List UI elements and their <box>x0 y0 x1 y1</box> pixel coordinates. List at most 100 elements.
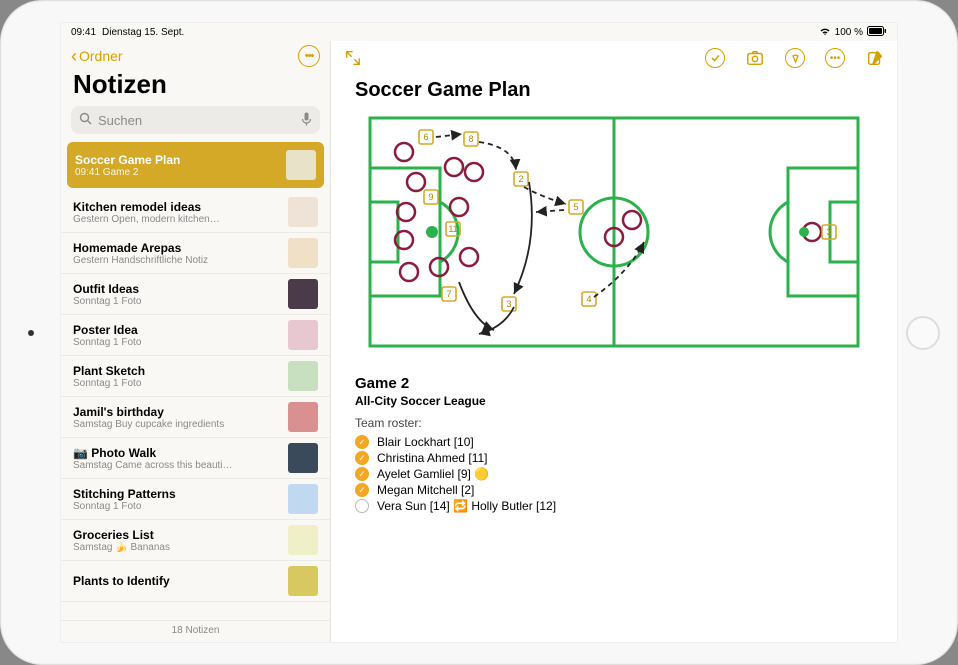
svg-text:3: 3 <box>506 299 511 309</box>
note-item-subtitle: Gestern Handschriftliche Notiz <box>73 255 280 266</box>
game-heading: Game 2 <box>355 375 873 392</box>
checkbox-checked-icon[interactable]: ✓ <box>355 483 369 497</box>
checklist-button[interactable] <box>705 48 725 68</box>
notes-count: 18 Notizen <box>61 620 330 642</box>
note-thumbnail <box>288 525 318 555</box>
status-time: 09:41 <box>71 27 96 38</box>
note-item-title: Plants to Identify <box>73 574 280 588</box>
battery-icon <box>867 26 887 39</box>
note-thumbnail <box>288 361 318 391</box>
note-thumbnail <box>288 197 318 227</box>
note-list-item[interactable]: Stitching PatternsSonntag 1 Foto <box>61 479 330 520</box>
note-thumbnail <box>288 238 318 268</box>
roster-item[interactable]: Vera Sun [14] 🔁 Holly Butler [12] <box>355 498 873 514</box>
svg-text:7: 7 <box>446 289 451 299</box>
search-icon <box>79 112 92 128</box>
note-thumbnail <box>288 443 318 473</box>
ipad-device-frame: 09:41 Dienstag 15. Sept. 100 % ‹ Ord <box>0 0 958 665</box>
note-item-subtitle: Sonntag 1 Foto <box>73 296 280 307</box>
note-item-title: Stitching Patterns <box>73 487 280 501</box>
note-item-subtitle: Samstag Came across this beauti… <box>73 460 280 471</box>
checkbox-checked-icon[interactable]: ✓ <box>355 451 369 465</box>
roster-list: ✓ Blair Lockhart [10] ✓ Christina Ahmed [11… <box>355 434 873 514</box>
note-item-subtitle: 09:41 Game 2 <box>75 167 278 178</box>
checkbox-unchecked-icon[interactable] <box>355 499 369 513</box>
note-item-title: Outfit Ideas <box>73 282 280 296</box>
note-item-subtitle: Gestern Open, modern kitchen… <box>73 214 280 225</box>
note-list-item[interactable]: Plants to Identify <box>61 561 330 602</box>
roster-name: Christina Ahmed [11] <box>377 451 488 465</box>
svg-text:11: 11 <box>448 224 457 234</box>
roster-name: Megan Mitchell [2] <box>377 483 474 497</box>
back-to-folders-button[interactable]: ‹ Ordner <box>71 47 123 65</box>
note-item-title: 📷 Photo Walk <box>73 446 280 460</box>
note-thumbnail <box>288 566 318 596</box>
note-item-title: Groceries List <box>73 528 280 542</box>
checkbox-checked-icon[interactable]: ✓ <box>355 467 369 481</box>
svg-text:3: 3 <box>826 227 831 237</box>
roster-item[interactable]: ✓ Christina Ahmed [11] <box>355 450 873 466</box>
search-input[interactable]: Suchen <box>71 106 320 134</box>
note-thumbnail <box>288 320 318 350</box>
note-item-subtitle: Sonntag 1 Foto <box>73 501 280 512</box>
more-button[interactable]: ••• <box>825 48 845 68</box>
note-body[interactable]: Soccer Game Plan <box>331 75 897 642</box>
note-item-title: Poster Idea <box>73 323 280 337</box>
roster-name: Ayelet Gamliel [9] 🟡 <box>377 467 489 481</box>
wifi-icon <box>819 26 831 39</box>
more-options-button[interactable]: ••• <box>298 45 320 67</box>
camera-button[interactable] <box>745 48 765 68</box>
note-list-item[interactable]: Outfit IdeasSonntag 1 Foto <box>61 274 330 315</box>
note-item-title: Soccer Game Plan <box>75 153 278 167</box>
notes-sidebar: ‹ Ordner ••• Notizen Suchen Soccer Game … <box>61 41 331 642</box>
note-list-item[interactable]: Groceries ListSamstag 🍌 Bananas <box>61 520 330 561</box>
note-thumbnail <box>288 402 318 432</box>
note-title: Soccer Game Plan <box>355 79 873 102</box>
note-item-subtitle: Sonntag 1 Foto <box>73 378 280 389</box>
front-camera <box>28 330 34 336</box>
note-thumbnail <box>288 484 318 514</box>
search-placeholder: Suchen <box>98 113 142 128</box>
note-item-title: Plant Sketch <box>73 364 280 378</box>
roster-name: Blair Lockhart [10] <box>377 435 474 449</box>
svg-text:4: 4 <box>586 294 591 304</box>
note-item-subtitle: Sonntag 1 Foto <box>73 337 280 348</box>
sidebar-title: Notizen <box>61 67 330 106</box>
svg-text:8: 8 <box>468 134 473 144</box>
note-thumbnail <box>288 279 318 309</box>
chevron-left-icon: ‹ <box>71 47 77 65</box>
svg-text:9: 9 <box>428 192 433 202</box>
svg-text:6: 6 <box>423 132 428 142</box>
note-list-item[interactable]: Kitchen remodel ideasGestern Open, moder… <box>61 192 330 233</box>
league-name: All-City Soccer League <box>355 394 873 408</box>
note-list-item[interactable]: Soccer Game Plan09:41 Game 2 <box>67 142 324 188</box>
markup-button[interactable] <box>785 48 805 68</box>
note-item-title: Kitchen remodel ideas <box>73 200 280 214</box>
roster-item[interactable]: ✓ Ayelet Gamliel [9] 🟡 <box>355 466 873 482</box>
screen: 09:41 Dienstag 15. Sept. 100 % ‹ Ord <box>60 22 898 643</box>
svg-text:5: 5 <box>573 202 578 212</box>
mic-icon[interactable] <box>301 112 312 129</box>
note-list-item[interactable]: Poster IdeaSonntag 1 Foto <box>61 315 330 356</box>
note-content-pane: ••• Soccer Game Plan <box>331 41 897 642</box>
note-item-subtitle: Samstag Buy cupcake ingredients <box>73 419 280 430</box>
note-thumbnail <box>286 150 316 180</box>
checkbox-checked-icon[interactable]: ✓ <box>355 435 369 449</box>
status-date: Dienstag 15. Sept. <box>102 27 184 38</box>
status-bar: 09:41 Dienstag 15. Sept. 100 % <box>61 23 897 41</box>
note-list-item[interactable]: Plant SketchSonntag 1 Foto <box>61 356 330 397</box>
note-list-item[interactable]: Jamil's birthdaySamstag Buy cupcake ingr… <box>61 397 330 438</box>
home-button[interactable] <box>906 316 940 350</box>
roster-item[interactable]: ✓ Blair Lockhart [10] <box>355 434 873 450</box>
expand-icon[interactable] <box>343 48 363 68</box>
note-list-item[interactable]: Homemade ArepasGestern Handschriftliche … <box>61 233 330 274</box>
note-item-title: Homemade Arepas <box>73 241 280 255</box>
notes-list[interactable]: Soccer Game Plan09:41 Game 2Kitchen remo… <box>61 142 330 620</box>
note-list-item[interactable]: 📷 Photo WalkSamstag Came across this bea… <box>61 438 330 479</box>
svg-text:2: 2 <box>518 174 523 184</box>
roster-label: Team roster: <box>355 416 873 430</box>
compose-button[interactable] <box>865 48 885 68</box>
note-item-subtitle: Samstag 🍌 Bananas <box>73 542 280 553</box>
back-label: Ordner <box>79 48 123 64</box>
roster-item[interactable]: ✓ Megan Mitchell [2] <box>355 482 873 498</box>
